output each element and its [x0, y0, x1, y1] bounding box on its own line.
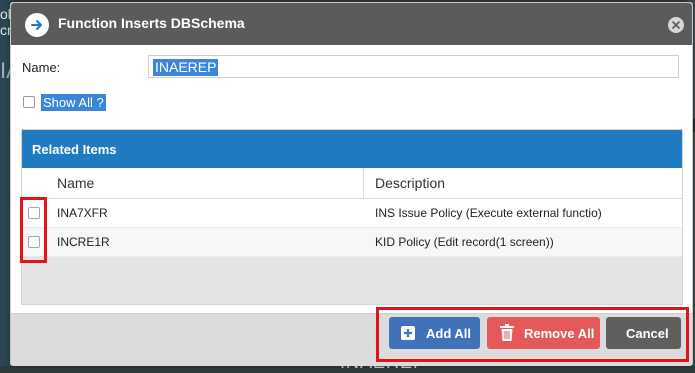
arrow-right-icon [25, 13, 49, 37]
trash-icon [499, 324, 515, 345]
column-divider[interactable] [363, 168, 364, 198]
cancel-button[interactable]: Cancel [606, 317, 681, 349]
row-name: INCRE1R [57, 235, 110, 249]
related-items-panel: Related Items Name Description INA7XFR I… [21, 129, 683, 305]
table-row[interactable]: INA7XFR INS Issue Policy (Execute extern… [22, 199, 682, 228]
row-description: INS Issue Policy (Execute external funct… [375, 206, 602, 220]
plus-square-icon [401, 326, 415, 340]
cancel-label: Cancel [626, 326, 669, 341]
remove-all-button[interactable]: Remove All [487, 317, 600, 349]
row-name: INA7XFR [57, 206, 108, 220]
grid-header: Name Description [22, 168, 682, 199]
add-all-button[interactable]: Add All [389, 317, 480, 349]
checkbox-highlight-box [20, 197, 47, 263]
column-header-description[interactable]: Description [375, 175, 445, 191]
related-items-title: Related Items [32, 142, 117, 157]
grid-empty-area [22, 257, 682, 304]
function-inserts-dialog: Function Inserts DBSchema Name: INAEREP … [10, 2, 693, 366]
name-label: Name: [22, 60, 61, 75]
row-description: KID Policy (Edit record(1 screen)) [375, 235, 554, 249]
column-header-name[interactable]: Name [57, 175, 94, 191]
close-icon[interactable] [668, 17, 684, 33]
name-input[interactable]: INAEREP [148, 55, 679, 78]
name-input-value: INAEREP [153, 59, 219, 76]
show-all-checkbox[interactable] [23, 96, 35, 108]
show-all-label[interactable]: Show All ? [41, 94, 106, 111]
dialog-title: Function Inserts DBSchema [58, 15, 245, 31]
table-row[interactable]: INCRE1R KID Policy (Edit record(1 screen… [22, 228, 682, 257]
add-all-label: Add All [426, 326, 472, 341]
related-items-header: Related Items [22, 130, 682, 168]
dialog-titlebar: Function Inserts DBSchema [11, 3, 692, 45]
remove-all-label: Remove All [524, 326, 595, 341]
